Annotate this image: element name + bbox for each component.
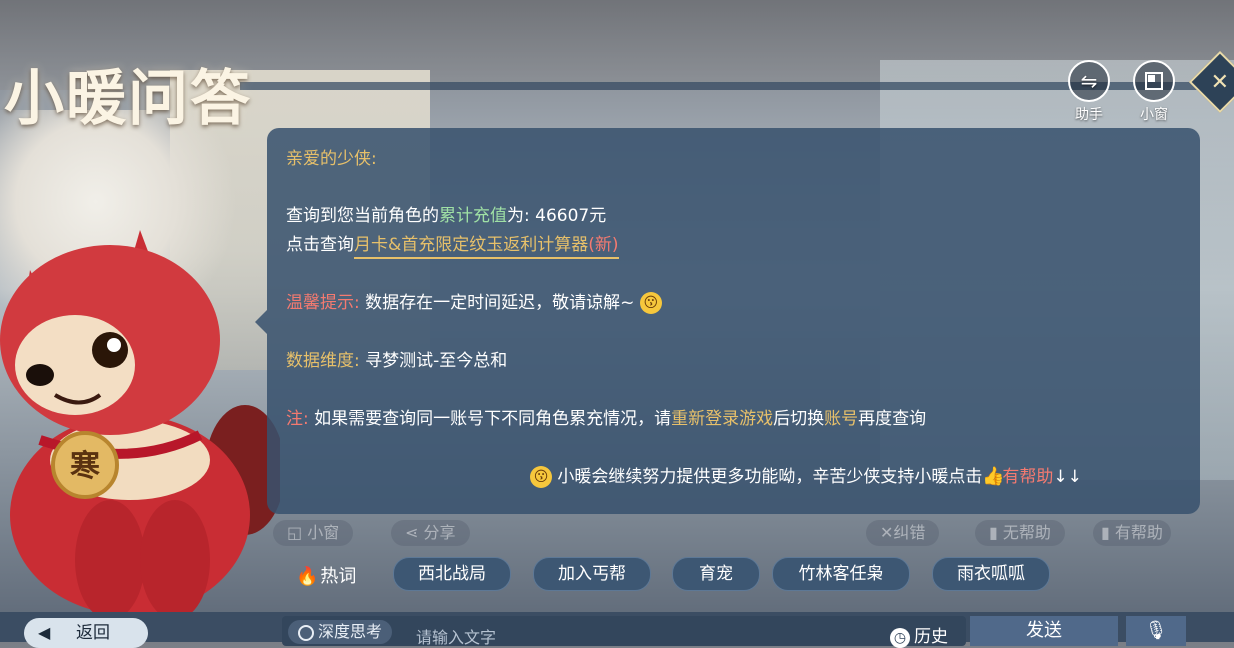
correct-pill-label: 纠错	[893, 523, 926, 542]
mini-window-pill[interactable]: ◱ 小窗	[273, 520, 354, 546]
mini-window-button[interactable]: 小窗	[1126, 60, 1182, 124]
note-text-2: 后切换	[773, 409, 825, 429]
calculator-link-text: 月卡&首充限定纹玉返利计算器	[354, 235, 589, 255]
footer-line: 😗 小暖会继续努力提供更多功能呦，辛苦少侠支持小暖点击👍有帮助↓↓	[530, 462, 1082, 488]
back-label: 返回	[76, 623, 110, 643]
assistant-label: 助手	[1075, 107, 1103, 123]
mini-window-icon	[1133, 60, 1175, 102]
dimension-text: 寻梦测试-至今总和	[365, 351, 508, 371]
deep-think-toggle[interactable]: 深度思考	[288, 620, 393, 644]
close-icon: ✕	[1210, 69, 1230, 95]
mascot-dog: 寒	[0, 230, 280, 620]
hot-word-chip[interactable]: 竹林客任枭	[772, 557, 910, 591]
share-pill[interactable]: ⋖ 分享	[391, 520, 470, 546]
back-button[interactable]: ◀ 返回	[24, 618, 148, 648]
query-prefix: 查询到您当前角色的	[286, 206, 439, 226]
calculator-line: 点击查询月卡&首充限定纹玉返利计算器(新)	[286, 230, 619, 259]
note-highlight-2: 账号	[824, 409, 859, 429]
microphone-icon: 🎙	[1144, 620, 1168, 641]
thumbs-down-icon: ▮	[989, 523, 998, 542]
kiss-face-icon: 😗	[530, 466, 552, 488]
tip-text: 数据存在一定时间延迟，敬请谅解~	[365, 293, 635, 313]
swap-arrows-icon: ⇋	[1068, 60, 1110, 102]
history-label: 历史	[914, 627, 948, 647]
link-prefix: 点击查询	[286, 235, 354, 255]
thumbs-up-icon: 👍	[982, 466, 1005, 487]
hot-word-chip[interactable]: 育宠	[672, 557, 760, 591]
footer-text: 小暖会继续努力提供更多功能呦，辛苦少侠支持小暖点击	[557, 467, 983, 487]
radio-circle-icon	[298, 625, 314, 641]
mini-window-small-icon: ◱	[287, 523, 303, 542]
back-arrow-icon: ◀	[38, 623, 51, 642]
hot-word-chip[interactable]: 西北战局	[393, 557, 511, 591]
message-input[interactable]: 请输入文字	[416, 624, 496, 648]
query-highlight: 累计充值	[439, 206, 507, 226]
hot-word-chip[interactable]: 雨衣呱呱	[932, 557, 1050, 591]
history-button[interactable]: ◷ 历史	[890, 622, 948, 648]
assistant-button[interactable]: ⇋ 助手	[1061, 60, 1117, 124]
fire-icon: 🔥	[296, 566, 319, 587]
calculator-link-new: (新)	[588, 235, 619, 255]
cross-icon: ✕	[880, 523, 894, 542]
mascot-badge: 寒	[70, 449, 100, 484]
note-label: 注:	[286, 409, 309, 429]
dimension-label: 数据维度:	[286, 351, 360, 371]
mini-window-label: 小窗	[1140, 107, 1168, 123]
correct-pill[interactable]: ✕纠错	[866, 520, 940, 546]
calculator-link[interactable]: 月卡&首充限定纹玉返利计算器(新)	[354, 235, 619, 259]
unhelpful-pill-label: 无帮助	[1002, 523, 1051, 542]
answer-bubble: 亲爱的少侠: 查询到您当前角色的累计充值为: 46607元 点击查询月卡&首充限…	[255, 128, 1200, 514]
share-pill-label: 分享	[423, 523, 456, 542]
footer-arrows: ↓↓	[1053, 467, 1082, 487]
query-suffix: 为: 46607元	[507, 206, 607, 226]
thumbs-up-dim-icon: ▮	[1101, 523, 1110, 542]
unhelpful-pill[interactable]: ▮ 无帮助	[975, 520, 1065, 546]
note-text-3: 再度查询	[858, 409, 927, 429]
tip-line: 温馨提示: 数据存在一定时间延迟，敬请谅解~ 😗	[286, 288, 662, 314]
deep-think-label: 深度思考	[318, 622, 383, 641]
mini-window-pill-label: 小窗	[307, 523, 340, 542]
helpful-pill-label: 有帮助	[1114, 523, 1163, 542]
share-icon: ⋖	[405, 523, 419, 542]
tip-label: 温馨提示:	[286, 293, 360, 313]
dimension-line: 数据维度: 寻梦测试-至今总和	[286, 346, 507, 371]
greeting: 亲爱的少侠:	[286, 149, 377, 169]
bubble-tail	[255, 310, 267, 334]
helpful-pill[interactable]: ▮ 有帮助	[1093, 520, 1171, 546]
clock-icon: ◷	[890, 628, 910, 648]
hot-words-text: 热词	[320, 566, 357, 587]
hot-word-chip[interactable]: 加入丐帮	[533, 557, 651, 591]
query-result: 查询到您当前角色的累计充值为: 46607元	[286, 201, 606, 226]
footer-helpful: 有帮助	[1002, 467, 1054, 487]
note-text-1: 如果需要查询同一账号下不同角色累充情况，请	[314, 409, 672, 429]
kiss-face-icon: 😗	[639, 292, 662, 314]
hot-words-label: 🔥 热词	[296, 562, 356, 588]
app-title: 小暖问答	[4, 64, 252, 134]
note-line: 注: 如果需要查询同一账号下不同角色累充情况，请重新登录游戏后切换账号再度查询	[286, 404, 926, 429]
note-highlight-1: 重新登录游戏	[671, 409, 774, 429]
